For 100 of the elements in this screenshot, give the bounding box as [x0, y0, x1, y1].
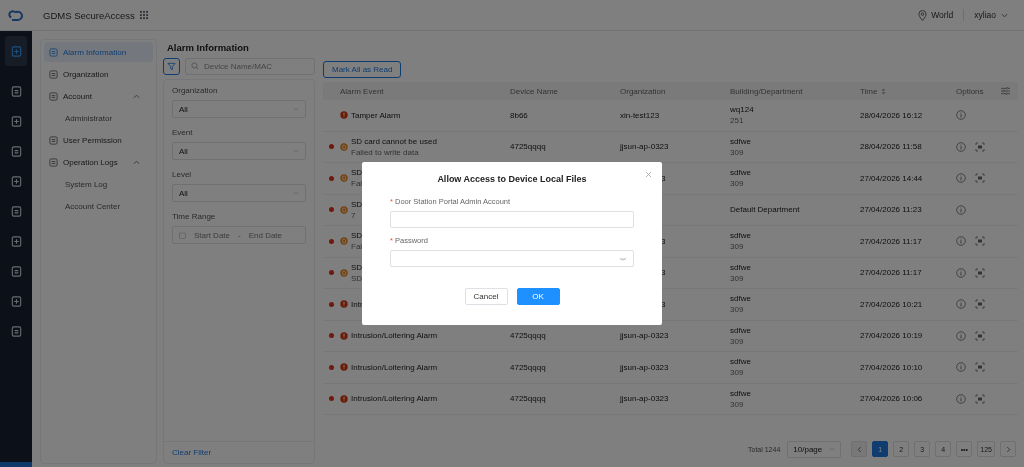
alarm-event: Intrusion/Loitering Alarm — [351, 394, 438, 404]
column-settings-icon[interactable] — [1001, 87, 1010, 95]
chevron-left-icon — [856, 445, 862, 453]
department-name: 309 — [730, 147, 745, 157]
capture-icon[interactable] — [975, 236, 985, 247]
nav-item[interactable]: Alarm Information — [44, 42, 153, 62]
department-name: 309 — [730, 305, 745, 315]
column-header: Device Name — [510, 86, 558, 96]
nav-item[interactable]: User Permission — [44, 130, 153, 150]
alarm-time: 27/04/2026 10:06 — [860, 394, 923, 404]
department-name: 251 — [730, 116, 745, 126]
alarm-time: 27/04/2026 10:19 — [860, 331, 923, 341]
capture-icon[interactable] — [975, 393, 985, 404]
device-name: 4725qqqq — [510, 331, 546, 341]
capture-icon[interactable] — [975, 362, 985, 373]
organization-name: xin-test123 — [620, 110, 660, 120]
info-icon[interactable] — [956, 236, 966, 247]
next-page-button[interactable] — [1000, 441, 1016, 457]
department-name: 309 — [730, 399, 745, 409]
ok-button[interactable]: OK — [516, 288, 560, 305]
department-name: 309 — [730, 242, 745, 252]
organization-name: jjsun-ap-0323 — [620, 331, 669, 341]
region-link[interactable]: World — [931, 10, 954, 20]
capture-icon[interactable] — [975, 267, 985, 278]
nav-subitem[interactable]: Administrator — [44, 108, 153, 128]
column-header: Building/Department — [730, 86, 803, 96]
device-name: 8b66 — [510, 110, 528, 120]
info-icon[interactable] — [956, 299, 966, 310]
department-name: 309 — [730, 273, 745, 283]
alarm-event: SD — [351, 231, 363, 241]
alarm-time: 27/04/2026 11:17 — [860, 236, 922, 246]
info-icon[interactable] — [956, 204, 966, 215]
alarm-time: 28/04/2026 11:58 — [860, 142, 922, 152]
capture-icon[interactable] — [975, 299, 985, 310]
alarm-detail: SD — [351, 273, 363, 283]
organization-name: 3 — [661, 299, 666, 309]
filter-label: Event — [172, 128, 194, 137]
alarm-detail: 7 — [351, 210, 357, 220]
column-header: Options — [956, 86, 984, 96]
alert-icon — [340, 111, 348, 120]
column-header: Alarm Event — [340, 86, 384, 96]
nav-subitem[interactable]: Account Center — [44, 196, 153, 216]
alarm-time: 28/04/2026 16:12 — [860, 110, 923, 120]
filter-select[interactable]: All — [172, 142, 306, 160]
cancel-button[interactable]: Cancel — [464, 288, 508, 305]
sort-icon[interactable] — [881, 87, 887, 95]
info-icon[interactable] — [956, 141, 966, 152]
alarm-event: SD card cannot be used — [351, 136, 437, 146]
sd-card-icon — [340, 174, 348, 183]
nav-item[interactable]: Organization — [44, 64, 153, 84]
alarm-time: 27/04/2026 11:23 — [860, 205, 922, 215]
page-size-select[interactable]: 10/page — [787, 440, 842, 458]
organization-name: jjsun-ap-0323 — [620, 142, 669, 152]
product-title: GDMS SecureAccess — [43, 9, 135, 21]
clear-filter-link[interactable]: Clear Filter — [172, 448, 212, 457]
input-field[interactable] — [390, 211, 634, 228]
mark-all-read-button[interactable]: Mark All as Read — [323, 60, 402, 78]
filter-select[interactable]: All — [172, 184, 306, 202]
organization-name: 3 — [661, 236, 666, 246]
alarm-event: SD — [351, 199, 363, 209]
hidden-eye-icon[interactable] — [619, 256, 627, 261]
alarm-time: 27/04/2026 10:21 — [860, 299, 923, 309]
capture-icon[interactable] — [975, 330, 985, 341]
column-header: Organization — [620, 86, 666, 96]
alert-icon — [340, 300, 348, 309]
input-field[interactable] — [390, 250, 634, 267]
info-icon[interactable] — [956, 173, 966, 184]
previous-page-button[interactable] — [851, 441, 868, 457]
nav-subitem[interactable]: System Log — [44, 174, 153, 194]
alarm-event: SD — [351, 168, 363, 178]
info-icon[interactable] — [956, 267, 966, 278]
department-name: 309 — [730, 336, 745, 346]
capture-icon[interactable] — [975, 173, 985, 184]
building-name: sdfwe — [730, 357, 751, 367]
building-name: sdfwe — [730, 388, 751, 398]
department-name: 309 — [730, 368, 745, 378]
sd-card-icon — [340, 205, 348, 214]
alert-icon — [340, 363, 348, 372]
nav-item[interactable]: Operation Logs — [44, 152, 153, 172]
user-menu[interactable]: xyliao — [974, 10, 996, 20]
info-icon[interactable] — [956, 330, 966, 341]
organization-name: 3 — [661, 268, 666, 278]
capture-icon[interactable] — [975, 141, 985, 152]
alert-icon — [340, 394, 348, 403]
chevron-icon[interactable] — [133, 159, 140, 165]
alert-icon — [340, 331, 348, 340]
location-pin-icon — [918, 9, 928, 21]
building-name: sdfwe — [730, 231, 751, 241]
info-icon[interactable] — [956, 393, 966, 404]
filter-toggle-button[interactable] — [163, 57, 180, 75]
alarm-event: Intrusion/Loitering Alarm — [351, 362, 438, 372]
filter-select[interactable]: All — [172, 100, 306, 118]
nav-item[interactable]: Account — [44, 86, 153, 106]
alarm-time: 27/04/2026 14:44 — [860, 173, 923, 183]
apps-grid-icon[interactable] — [139, 11, 148, 19]
column-header: Time — [860, 86, 878, 96]
info-icon[interactable] — [956, 110, 966, 121]
close-icon[interactable] — [645, 171, 652, 178]
info-icon[interactable] — [956, 362, 966, 373]
chevron-icon[interactable] — [133, 93, 140, 99]
